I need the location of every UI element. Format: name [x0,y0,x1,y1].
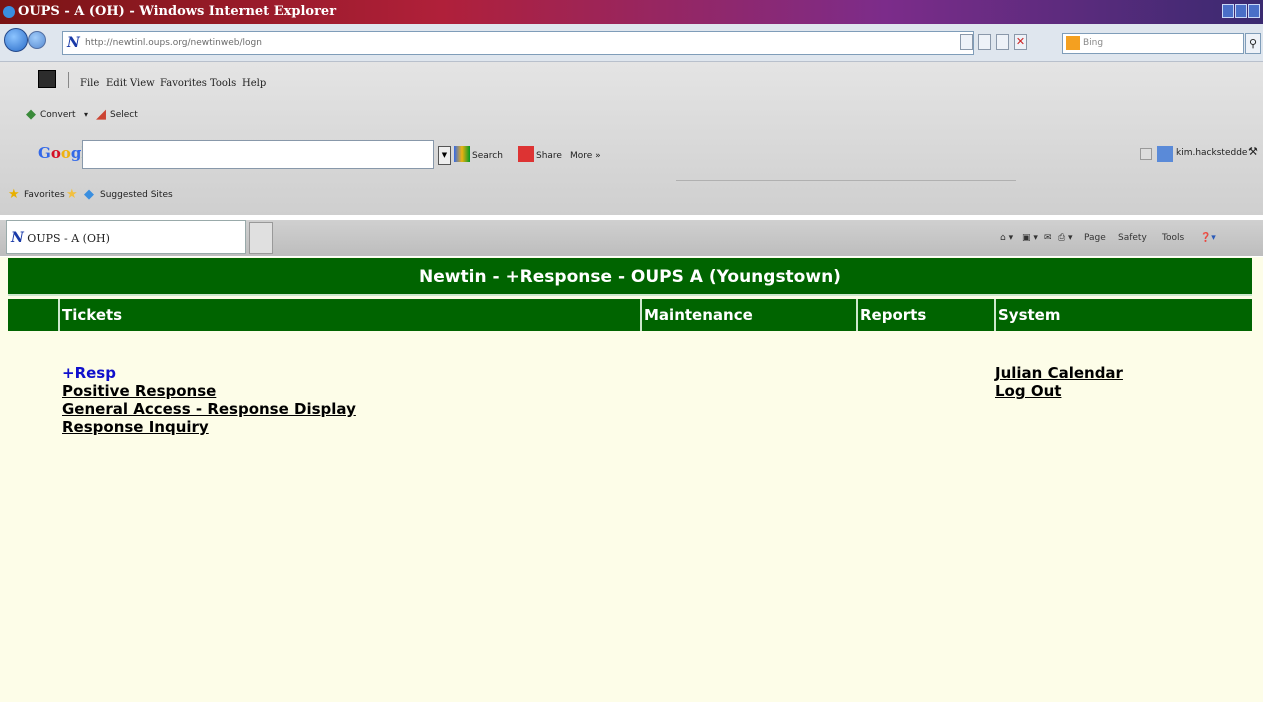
app-icon[interactable] [38,70,56,88]
google-search-button[interactable]: Search [472,151,503,161]
more-button[interactable]: More » [570,151,601,161]
address-input[interactable]: N http://newtinl.oups.org/newtinweb/logn [62,31,974,55]
page-content: Newtin - +Response - OUPS A (Youngstown)… [0,257,1263,702]
stop-button[interactable]: ✕ [1014,34,1027,50]
google-search-dropdown[interactable]: ▼ [438,146,451,165]
forward-button[interactable] [28,31,46,49]
tab-favicon-icon: N [11,230,24,246]
select-icon: ◢ [96,107,106,122]
address-toolbar: N http://newtinl.oups.org/newtinweb/logn… [0,24,1263,62]
nav-tickets[interactable]: Tickets [58,299,640,331]
link-general-access-response-display[interactable]: General Access - Response Display [62,400,356,418]
safety-menu[interactable]: Safety [1118,233,1147,243]
home-icon[interactable]: ⌂ ▾ [1000,233,1013,243]
select-button[interactable]: Select [110,110,138,120]
favorites-star-icon: ★ [8,187,20,202]
menu-tools[interactable]: Tools [210,78,236,89]
tab-title: OUPS - A (OH) [27,232,110,245]
menu-view[interactable]: View [130,78,155,89]
suggested-sites-link[interactable]: Suggested Sites [100,190,173,200]
main-nav: Tickets Maintenance Reports System [8,299,1252,331]
tools-menu[interactable]: Tools [1162,233,1184,243]
tickets-links: +Resp Positive Response General Access -… [62,364,356,436]
share-button[interactable]: Share [536,151,562,161]
google-search-input[interactable] [82,140,434,169]
maximize-button[interactable] [1235,4,1247,18]
convert-icon: ◆ [26,107,36,122]
system-links: Julian Calendar Log Out [995,364,1123,400]
google-search-icon [454,146,470,162]
app-banner-title: Newtin - +Response - OUPS A (Youngstown) [8,258,1252,296]
toolbar-divider [676,180,1016,181]
search-placeholder: Bing [1083,38,1104,48]
menu-edit[interactable]: Edit [106,78,127,89]
compatibility-view-button[interactable] [978,34,991,50]
menu-bar: File Edit View Favorites Tools Help [0,62,600,92]
window-controls [1222,4,1260,18]
window-title: OUPS - A (OH) - Windows Internet Explore… [18,4,337,19]
new-tab-button[interactable] [249,222,273,254]
menu-favorites[interactable]: Favorites [160,78,207,89]
favorites-bar: ★ Favorites ★ ◆ Suggested Sites [0,184,400,208]
link-julian-calendar[interactable]: Julian Calendar [995,364,1123,382]
window-title-bar: OUPS - A (OH) - Windows Internet Explore… [0,0,1263,24]
add-favorite-icon[interactable]: ★ [66,188,80,202]
nav-reports[interactable]: Reports [856,299,994,331]
convert-toolbar: ◆ Convert ▾ ◢ Select [0,104,400,130]
close-window-button[interactable] [1248,4,1260,18]
internet-explorer-icon [3,6,15,18]
back-button[interactable] [4,28,28,52]
wrench-icon[interactable]: ⚒ [1248,145,1258,158]
read-mail-icon[interactable]: ✉ [1044,233,1052,243]
toolbar-settings-icon[interactable] [1140,148,1152,160]
link-response-inquiry[interactable]: Response Inquiry [62,418,356,436]
convert-dropdown-icon[interactable]: ▾ [84,110,88,119]
menu-separator [68,72,69,88]
link-resp[interactable]: +Resp [62,364,356,382]
help-icon[interactable]: ❓▾ [1200,233,1216,243]
address-url: http://newtinl.oups.org/newtinweb/logn [85,38,262,48]
bing-icon [1066,36,1080,50]
user-avatar-icon [1157,146,1173,162]
menu-help[interactable]: Help [242,78,266,89]
refresh-button[interactable] [996,34,1009,50]
address-dropdown-button[interactable] [960,34,973,50]
link-log-out[interactable]: Log Out [995,382,1123,400]
magnifier-icon[interactable]: ⚲ [1245,33,1261,54]
page-menu[interactable]: Page [1084,233,1106,243]
nav-system[interactable]: System [994,299,1252,331]
google-toolbar: Google ▼ Search Share More » kim.hackste… [0,140,1263,181]
convert-button[interactable]: Convert [40,110,76,120]
suggested-sites-icon: ◆ [84,187,94,202]
link-positive-response[interactable]: Positive Response [62,382,356,400]
feeds-icon[interactable]: ▣ ▾ [1022,233,1038,243]
favorites-button[interactable]: Favorites [24,190,65,200]
google-account-button[interactable]: kim.hackstedde [1176,148,1247,158]
share-icon [518,146,534,162]
minimize-button[interactable] [1222,4,1234,18]
tab-bar: N OUPS - A (OH) ⌂ ▾ ▣ ▾ ✉ ⎙ ▾ Page Safet… [0,220,1263,256]
nav-maintenance[interactable]: Maintenance [640,299,856,331]
print-icon[interactable]: ⎙ ▾ [1058,233,1073,243]
menu-file[interactable]: File [80,78,99,89]
search-input[interactable]: Bing [1062,33,1244,54]
site-favicon-icon: N [67,35,80,51]
tab-oups[interactable]: N OUPS - A (OH) [6,220,246,254]
